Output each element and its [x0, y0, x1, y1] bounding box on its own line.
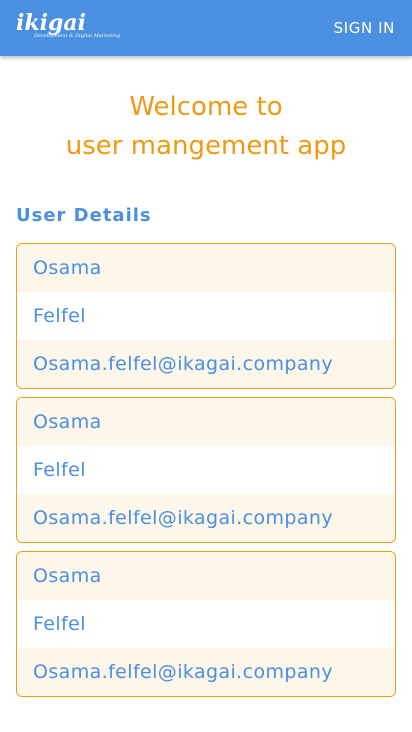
app-bar: ikigai Development & Digital Marketing S… [0, 0, 412, 56]
user-last-name: Felfel [33, 459, 86, 481]
welcome-line-2: user mangement app [65, 131, 347, 161]
user-last-name: Felfel [33, 305, 86, 327]
welcome-heading: Welcome to user mangement app [0, 88, 412, 166]
user-email: Osama.felfel@ikagai.company [17, 340, 395, 388]
sign-in-button[interactable]: SIGN IN [334, 18, 395, 38]
logo-tagline: Development & Digital Marketing [34, 33, 121, 39]
user-email: Osama.felfel@ikagai.company [17, 648, 395, 696]
user-card[interactable]: Osama Felfel Osama.felfel@ikagai.company [16, 397, 396, 543]
user-first-name: Osama [17, 398, 395, 446]
user-list: Osama Felfel Osama.felfel@ikagai.company… [16, 243, 396, 705]
ikigai-logo[interactable]: ikigai Development & Digital Marketing [16, 10, 120, 44]
user-details-title: User Details [16, 205, 152, 226]
user-first-name: Osama [17, 244, 395, 292]
user-card[interactable]: Osama Felfel Osama.felfel@ikagai.company [16, 243, 396, 389]
user-last-name: Felfel [33, 613, 86, 635]
user-card[interactable]: Osama Felfel Osama.felfel@ikagai.company [16, 551, 396, 697]
user-email: Osama.felfel@ikagai.company [17, 494, 395, 542]
welcome-line-1: Welcome to [129, 92, 283, 122]
user-first-name: Osama [17, 552, 395, 600]
